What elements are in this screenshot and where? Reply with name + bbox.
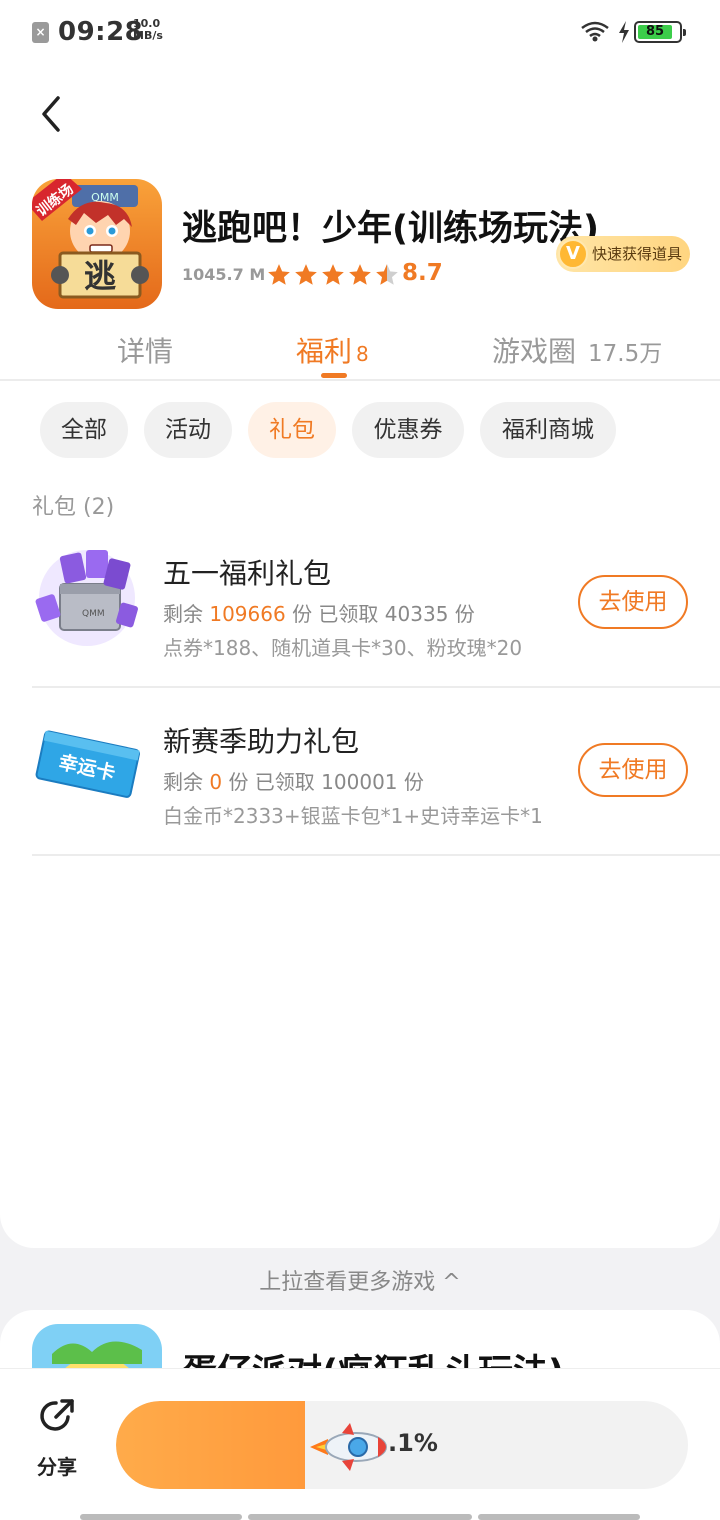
filter-chip-activity[interactable]: 活动 [144,402,232,458]
tab-divider [0,379,720,381]
battery-icon: 85 [634,21,686,43]
download-progress-button[interactable]: .1% [116,1401,688,1489]
rating-score: 8.7 [402,260,443,286]
tab-game-circle-label: 游戏圈 [492,335,577,368]
tab-game-circle[interactable]: 游戏圈 17.5万 [492,330,662,370]
home-indicator-left [80,1514,242,1520]
progress-fill [116,1401,305,1489]
app-icon-sign: 逃 [84,257,116,295]
star-icon [268,264,290,285]
filter-chip-gift[interactable]: 礼包 [248,402,336,458]
use-gift-button[interactable]: 去使用 [578,575,688,629]
gift-claimed: 份 已领取 100001 份 [228,770,424,794]
share-icon[interactable] [38,1395,78,1435]
vip-v-icon: V [558,239,588,269]
status-time: 09:28 [58,17,144,47]
filter-chip-all[interactable]: 全部 [40,402,128,458]
gift-contents: 白金币*2333+银蓝卡包*1+史诗幸运卡*1 [163,804,543,828]
notification-icon: × [32,22,49,43]
star-icon [322,264,344,285]
bottom-bar: 分享 .1% [0,1368,720,1520]
status-bar: × 09:28 10.0 MB/s 85 [0,0,720,64]
battery-level: 85 [638,25,672,39]
tab-welfare-label: 福利 [296,335,353,368]
gift-name: 五一福利礼包 [163,557,332,590]
pull-up-hint[interactable]: 上拉查看更多游戏 ^ [0,1264,720,1296]
quick-get-items-label: 快速获得道具 [592,245,683,263]
gift-claimed: 份 已领取 40335 份 [292,602,475,626]
quick-get-items-tag[interactable]: V 快速获得道具 [556,236,690,272]
charging-icon [619,21,629,43]
section-title: 礼包 (2) [32,495,115,520]
tab-welfare[interactable]: 福利 8 [296,330,369,370]
list-item[interactable]: 幸运卡 新赛季助力礼包 剩余 0 份 已领取 100001 份 白金币*2333… [32,688,720,856]
gift-remain-label: 剩余 [163,770,203,794]
star-icon [349,264,371,285]
share-label[interactable]: 分享 [37,1451,77,1480]
active-tab-indicator [321,373,347,378]
gift-stock: 剩余 109666 份 已领取 40335 份 [163,598,475,627]
back-icon[interactable] [36,94,68,134]
home-indicator-center [248,1514,472,1520]
tab-game-circle-count: 17.5万 [588,341,663,367]
app-icon: QMM 逃 训练场 [32,179,162,309]
gift-box-icon: QMM [35,550,138,646]
app-title: 逃跑吧！少年(训练场玩法) [182,209,599,249]
filter-chip-welfare-mall[interactable]: 福利商城 [480,402,616,458]
main-card: × 09:28 10.0 MB/s 85 QMM 逃 训练场 逃跑吧！少年(训练… [0,0,720,1248]
gift-remain-count: 109666 [209,602,286,626]
use-gift-button[interactable]: 去使用 [578,743,688,797]
gift-contents: 点券*188、随机道具卡*30、粉玫瑰*20 [163,636,523,660]
tab-welfare-count: 8 [356,342,369,366]
gift-remain-label: 剩余 [163,602,203,626]
app-size: 1045.7 M [182,265,266,284]
lucky-card-icon: 幸运卡 [35,730,140,798]
wifi-icon [581,21,609,42]
network-speed: 10.0 MB/s [133,18,173,42]
rating-stars [266,262,400,288]
filter-chip-coupon[interactable]: 优惠券 [352,402,464,458]
star-icon [376,264,398,285]
gift-box-brand: QMM [82,609,105,619]
list-item[interactable]: QMM 五一福利礼包 剩余 109666 份 已领取 40335 份 点券*18… [32,520,720,688]
tab-details-label: 详情 [117,335,174,368]
gift-remain-count: 0 [209,770,223,794]
progress-percent: .1% [388,1429,438,1457]
gift-name: 新赛季助力礼包 [163,725,360,758]
star-icon [295,264,317,285]
network-speed-unit: MB/s [133,29,163,42]
gift-stock: 剩余 0 份 已领取 100001 份 [163,766,424,795]
rocket-icon [310,1423,387,1471]
tab-details[interactable]: 详情 [117,330,173,370]
home-indicator-right [478,1514,640,1520]
